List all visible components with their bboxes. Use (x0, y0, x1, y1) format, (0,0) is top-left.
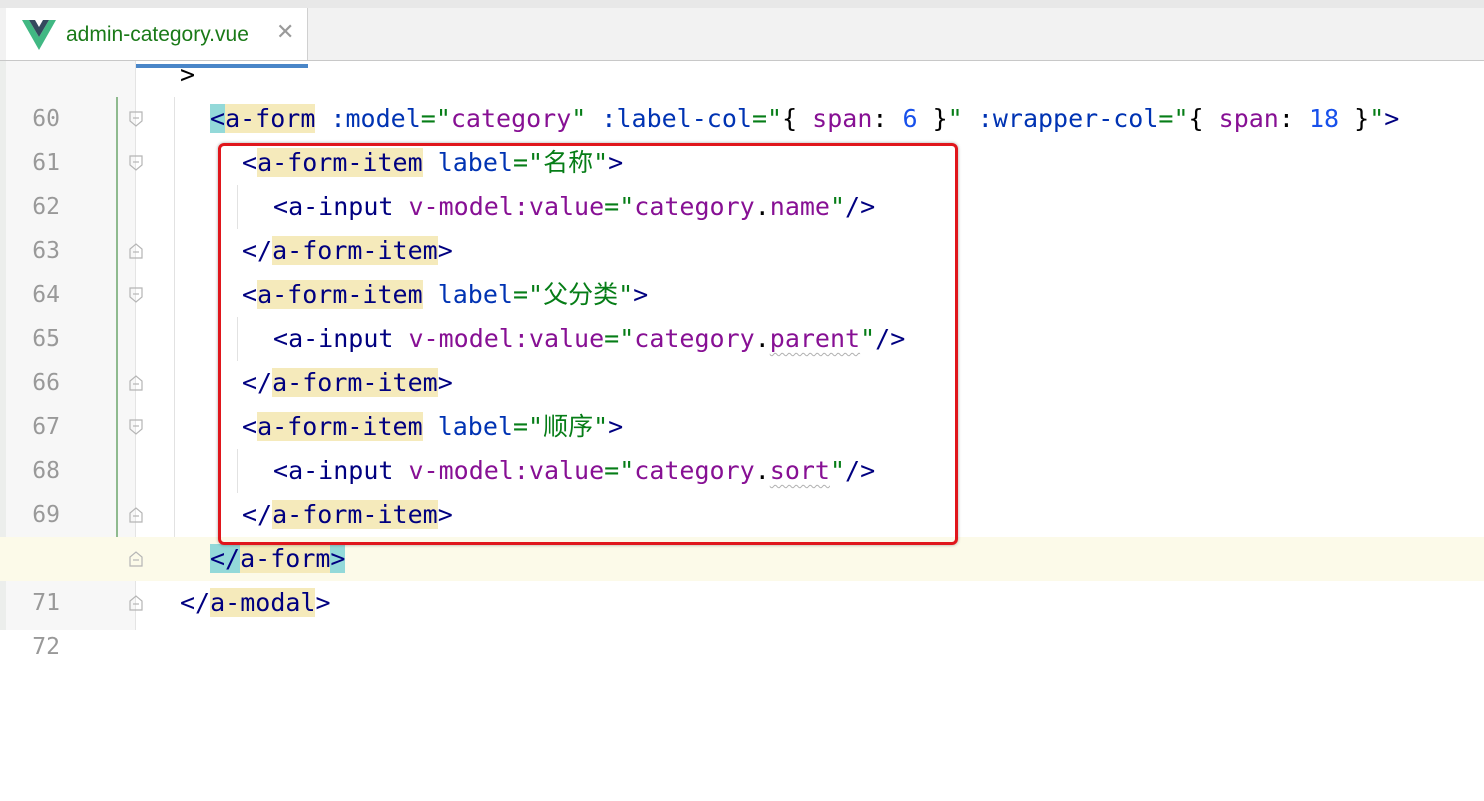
code-token: :wrapper-col (977, 104, 1159, 133)
line-number: 72 (32, 634, 60, 660)
code-token: :label-col (601, 104, 752, 133)
code-token: < (210, 104, 226, 133)
code-token: " (1173, 104, 1189, 133)
fold-close-icon[interactable] (129, 375, 143, 391)
code-token: a-modal (210, 588, 316, 617)
code-token: " (571, 104, 587, 133)
code-line-61[interactable]: 61 <a-form :model="category" :label-col=… (0, 97, 1484, 176)
code-token: " (767, 104, 783, 133)
annotation-highlight-box (218, 143, 958, 545)
code-token: " (1369, 104, 1385, 133)
code-token: 6 (902, 104, 918, 133)
fold-open-icon[interactable] (129, 287, 143, 303)
code-token: = (751, 104, 767, 133)
code-token: category (450, 104, 572, 133)
code-token: > (315, 588, 331, 617)
code-token: : (872, 104, 903, 133)
code-line-72[interactable]: 72 </a-modal> (0, 581, 1484, 660)
code-token: } (1339, 104, 1370, 133)
code-token: = (1158, 104, 1174, 133)
code-token: { (782, 104, 813, 133)
code-token: " (435, 104, 451, 133)
code-token: </ (210, 544, 241, 573)
fold-close-icon[interactable] (129, 507, 143, 523)
code-token: " (947, 104, 963, 133)
code-token: </ (180, 588, 211, 617)
fold-open-icon[interactable] (129, 155, 143, 171)
code-token: > (1384, 104, 1400, 133)
tab-filename: admin-category.vue (66, 23, 249, 46)
code-token: : (1278, 104, 1309, 133)
code-token: { (1188, 104, 1219, 133)
code-token: > (180, 60, 196, 89)
fold-close-icon[interactable] (129, 243, 143, 259)
code-token: 18 (1308, 104, 1340, 133)
code-token: a-form (225, 104, 316, 133)
code-token: = (420, 104, 436, 133)
code-token: a-form (240, 544, 331, 573)
code-token: span (812, 104, 873, 133)
fold-open-icon[interactable] (129, 111, 143, 127)
fold-close-icon[interactable] (129, 595, 143, 611)
code-token: > (330, 544, 346, 573)
code-token: span (1218, 104, 1279, 133)
code-editor[interactable]: 60 > 61 <a-form :model="category" :label… (0, 60, 1484, 660)
close-icon[interactable]: ✕ (276, 20, 294, 46)
fold-open-icon[interactable] (129, 419, 143, 435)
fold-close-icon[interactable] (129, 551, 143, 567)
code-token: } (917, 104, 948, 133)
code-line-60[interactable]: 60 > (0, 53, 1484, 132)
code-token: :model (330, 104, 421, 133)
vue-icon (22, 20, 56, 50)
